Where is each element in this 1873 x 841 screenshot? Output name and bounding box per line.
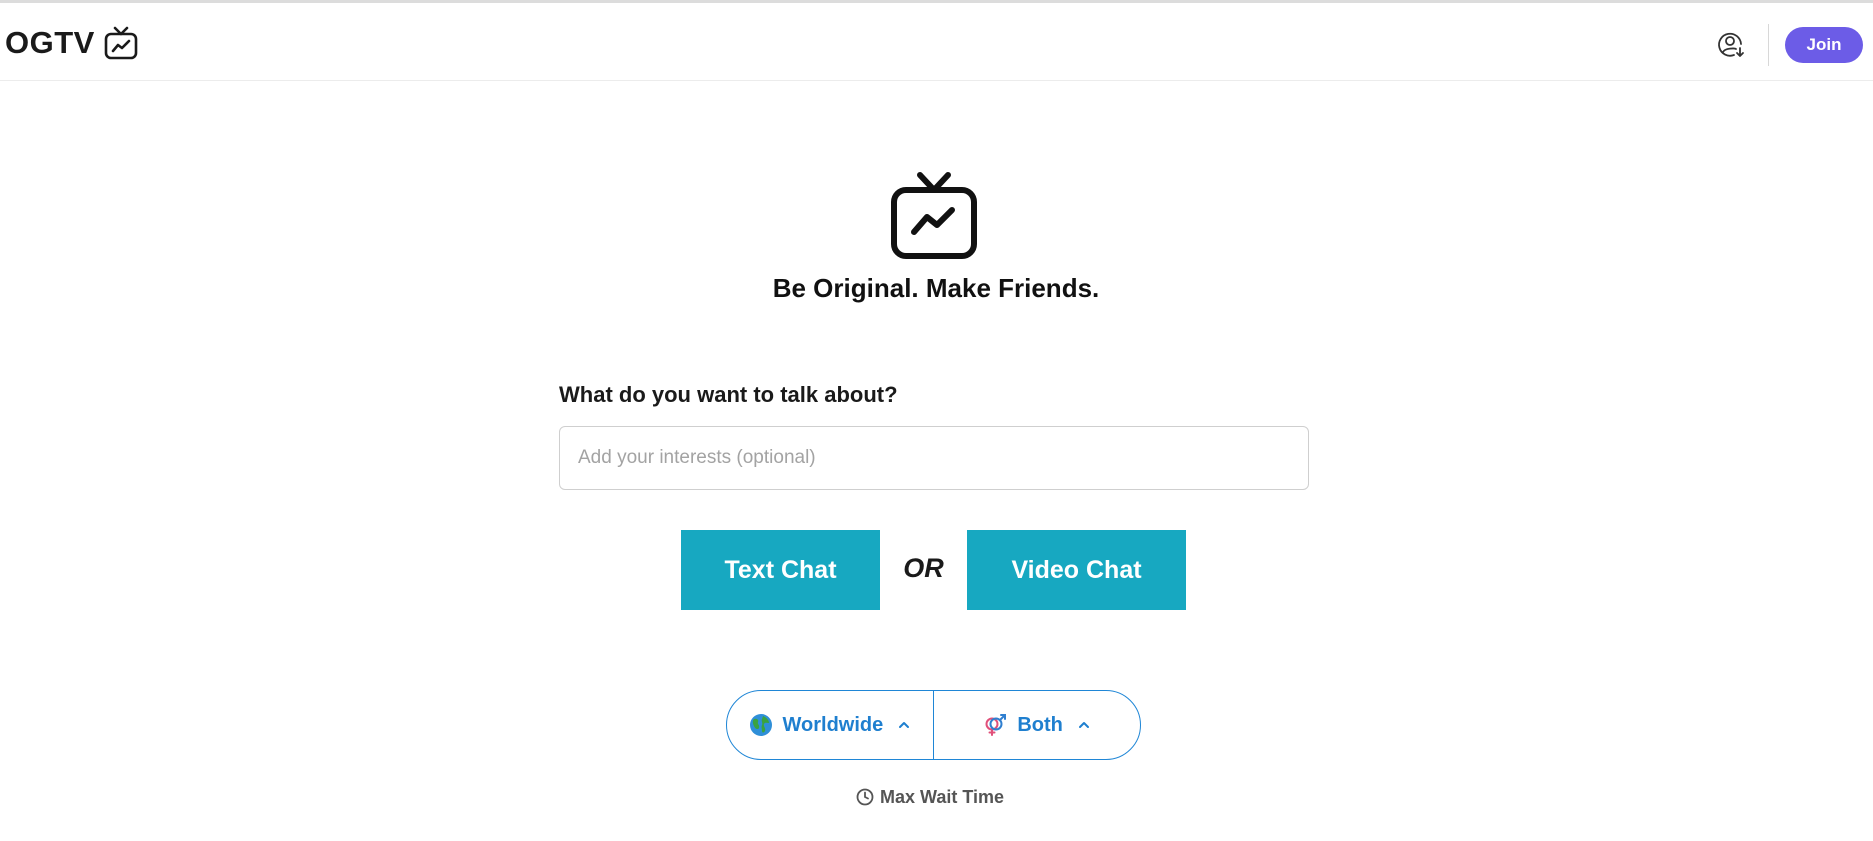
chevron-up-icon [899,722,910,728]
interests-input[interactable] [559,426,1309,490]
globe-icon [749,714,772,736]
tagline: Be Original. Make Friends. [772,273,1100,303]
join-button[interactable]: Join [1785,27,1863,63]
gender-filter[interactable]: Both [934,691,1140,759]
filter-group: Worldwide Both [726,690,1141,760]
max-wait-time-label: Max Wait Time [880,786,1005,807]
account-button[interactable] [1714,28,1748,62]
location-filter-label: Worldwide [782,713,884,736]
interests-label: What do you want to talk about? [559,382,898,407]
user-circle-arrow-icon [1718,32,1744,57]
clock-icon [856,788,874,806]
max-wait-time[interactable]: Max Wait Time [856,785,1004,809]
brand-logo[interactable]: OGTV [5,23,139,63]
header-divider [1768,24,1769,66]
video-chat-button[interactable]: Video Chat [967,530,1186,610]
top-header: OGTV Join [0,3,1873,81]
gender-filter-label: Both [1017,713,1063,736]
or-label: OR [903,553,944,583]
location-filter[interactable]: Worldwide [727,691,933,759]
brand-name: OGTV [5,25,95,60]
tv-trend-icon [104,26,138,60]
gender-both-icon [985,714,1007,736]
text-chat-button[interactable]: Text Chat [681,530,880,610]
chevron-up-icon [1078,722,1089,728]
tv-trend-icon [891,172,977,259]
